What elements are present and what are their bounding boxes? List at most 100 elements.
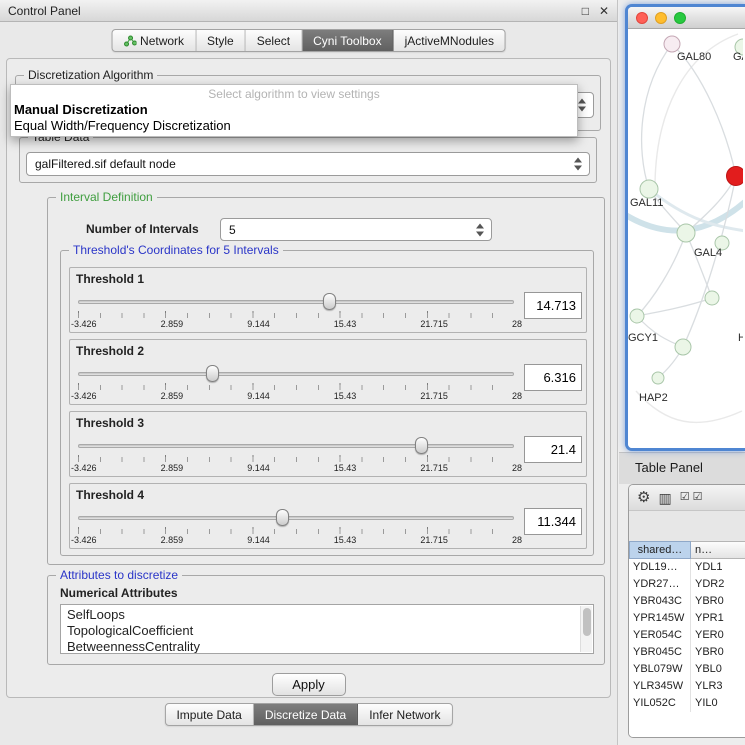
slider-thumb[interactable] <box>323 293 336 310</box>
control-panel-titlebar[interactable]: Control Panel □ ✕ <box>0 0 617 22</box>
threshold-3-value-field[interactable] <box>524 436 582 463</box>
threshold-3-slider[interactable] <box>78 436 514 454</box>
cell-name: YLR3 <box>691 678 745 695</box>
threshold-4-value-field[interactable] <box>524 508 582 535</box>
table-row[interactable]: YLR345W YLR3 <box>629 678 745 695</box>
table-row[interactable]: YBR043C YBR0 <box>629 593 745 610</box>
number-of-intervals-combobox[interactable]: 5 <box>220 218 492 241</box>
table-toolbar-gap <box>629 511 745 541</box>
threshold-2-panel: Threshold 2 -3.4262.8599.14415.4321.7152… <box>69 339 587 405</box>
dropdown-option-manual[interactable]: Manual Discretization <box>11 102 577 118</box>
slider-track[interactable] <box>78 372 514 376</box>
slider-track[interactable] <box>78 444 514 448</box>
select-all-checkbox-icon[interactable]: ☑ <box>680 492 690 503</box>
network-node[interactable] <box>705 291 719 305</box>
columns-icon[interactable]: ▥ <box>658 491 671 505</box>
tab-jactivemodules[interactable]: jActiveMNodules <box>394 30 505 51</box>
interval-definition-group: Interval Definition Number of Intervals … <box>47 197 605 565</box>
tab-jactivemodules-label: jActiveMNodules <box>405 34 494 48</box>
table-row[interactable]: YPR145W YPR1 <box>629 610 745 627</box>
threshold-2-slider[interactable] <box>78 364 514 382</box>
threshold-4-panel: Threshold 4 -3.4262.8599.14415.4321.7152… <box>69 483 587 549</box>
table-body: YDL19… YDL1 YDR27… YDR2 YBR043C YBR0 YPR… <box>629 559 745 737</box>
slider-tick-labels: -3.4262.8599.14415.4321.71528 <box>71 391 522 401</box>
network-window-titlebar[interactable] <box>628 7 745 29</box>
dropdown-option-equal-width[interactable]: Equal Width/Frequency Discretization <box>11 118 577 134</box>
slider-minor-ticks <box>78 385 514 390</box>
slider-tick-labels: -3.4262.8599.14415.4321.71528 <box>71 463 522 473</box>
window-title: Control Panel <box>8 4 81 18</box>
table-row[interactable]: YER054C YER0 <box>629 627 745 644</box>
tick-label: 2.859 <box>161 319 184 329</box>
tab-network[interactable]: Network <box>112 30 196 51</box>
column-header-name[interactable]: n… <box>691 541 745 559</box>
threshold-2-value-field[interactable] <box>524 364 582 391</box>
tick-label: 21.715 <box>420 463 448 473</box>
threshold-1-panel: Threshold 1 -3.4262.8599.14415.4321.7152… <box>69 267 587 333</box>
threshold-4-slider[interactable] <box>78 508 514 526</box>
cell-shared-name: YBR043C <box>629 593 691 610</box>
tab-style[interactable]: Style <box>196 30 246 51</box>
control-panel-window: Control Panel □ ✕ Network Style Select C… <box>0 0 618 745</box>
tab-discretize-data[interactable]: Discretize Data <box>254 704 358 725</box>
tab-impute-data[interactable]: Impute Data <box>165 704 253 725</box>
slider-track[interactable] <box>78 516 514 520</box>
scrollbar-thumb[interactable] <box>583 608 591 636</box>
select-none-checkbox-icon[interactable]: ☑ <box>693 492 703 503</box>
apply-button[interactable]: Apply <box>272 673 346 696</box>
slider-thumb[interactable] <box>206 365 219 382</box>
node-label-gal80: GAL80 <box>677 51 711 63</box>
slider-thumb[interactable] <box>276 509 289 526</box>
table-row[interactable]: YDL19… YDL1 <box>629 559 745 576</box>
tab-infer-network[interactable]: Infer Network <box>358 704 451 725</box>
tab-infer-network-label: Infer Network <box>369 708 440 722</box>
table-panel-window[interactable]: ⚙ ▥ ☑ ☑ shared… n… YDL19… YDL1 YDR27… YD… <box>628 484 745 738</box>
network-canvas[interactable]: GAL80 GA GAL11 GAL4 GCY1 H HAP2 <box>628 29 743 448</box>
attribute-items: SelfLoopsTopologicalCoefficientBetweenne… <box>61 605 593 654</box>
tick-label: 15.43 <box>334 391 357 401</box>
zoom-traffic-light-icon[interactable] <box>674 12 686 24</box>
close-window-icon[interactable]: ✕ <box>599 5 609 17</box>
float-window-icon[interactable]: □ <box>582 5 589 17</box>
tab-cyni-toolbox[interactable]: Cyni Toolbox <box>302 30 393 51</box>
combo-arrows-icon <box>578 99 587 112</box>
network-view-window[interactable]: GAL80 GA GAL11 GAL4 GCY1 H HAP2 <box>625 4 745 451</box>
slider-track[interactable] <box>78 300 514 304</box>
cell-shared-name: YDL19… <box>629 559 691 576</box>
network-edges <box>637 44 736 378</box>
cell-shared-name: YIL052C <box>629 695 691 712</box>
network-node[interactable] <box>652 372 664 384</box>
close-traffic-light-icon[interactable] <box>636 12 648 24</box>
list-item[interactable]: BetweennessCentrality <box>61 639 593 654</box>
list-item[interactable]: SelfLoops <box>61 607 593 623</box>
threshold-2-label: Threshold 2 <box>76 344 144 358</box>
threshold-1-value-field[interactable] <box>524 292 582 319</box>
tick-label: 9.144 <box>247 319 270 329</box>
list-item[interactable]: TopologicalCoefficient <box>61 623 593 639</box>
network-node-selected-red[interactable] <box>727 167 744 186</box>
table-row[interactable]: YIL052C YIL0 <box>629 695 745 712</box>
table-row[interactable]: YDR27… YDR2 <box>629 576 745 593</box>
column-header-shared-name[interactable]: shared… <box>629 541 691 559</box>
minimize-traffic-light-icon[interactable] <box>655 12 667 24</box>
control-panel-tabs: Network Style Select Cyni Toolbox jActiv… <box>111 29 506 52</box>
network-node[interactable] <box>675 339 691 355</box>
gear-icon[interactable]: ⚙ <box>637 490 650 505</box>
table-row[interactable]: YBL079W YBL0 <box>629 661 745 678</box>
network-node[interactable] <box>640 180 658 198</box>
tab-select[interactable]: Select <box>246 30 302 51</box>
tick-label: 21.715 <box>420 535 448 545</box>
numerical-attributes-list[interactable]: SelfLoopsTopologicalCoefficientBetweenne… <box>60 604 594 654</box>
tick-label: 2.859 <box>161 391 184 401</box>
network-node[interactable] <box>677 224 695 242</box>
slider-thumb[interactable] <box>415 437 428 454</box>
tick-label: 21.715 <box>420 391 448 401</box>
threshold-1-slider[interactable] <box>78 292 514 310</box>
network-node[interactable] <box>664 36 680 52</box>
network-node[interactable] <box>630 309 644 323</box>
tick-label: 28 <box>512 319 522 329</box>
slider-minor-ticks <box>78 313 514 318</box>
list-scrollbar[interactable] <box>580 606 592 652</box>
table-data-combobox[interactable]: galFiltered.sif default node <box>26 152 590 176</box>
table-row[interactable]: YBR045C YBR0 <box>629 644 745 661</box>
